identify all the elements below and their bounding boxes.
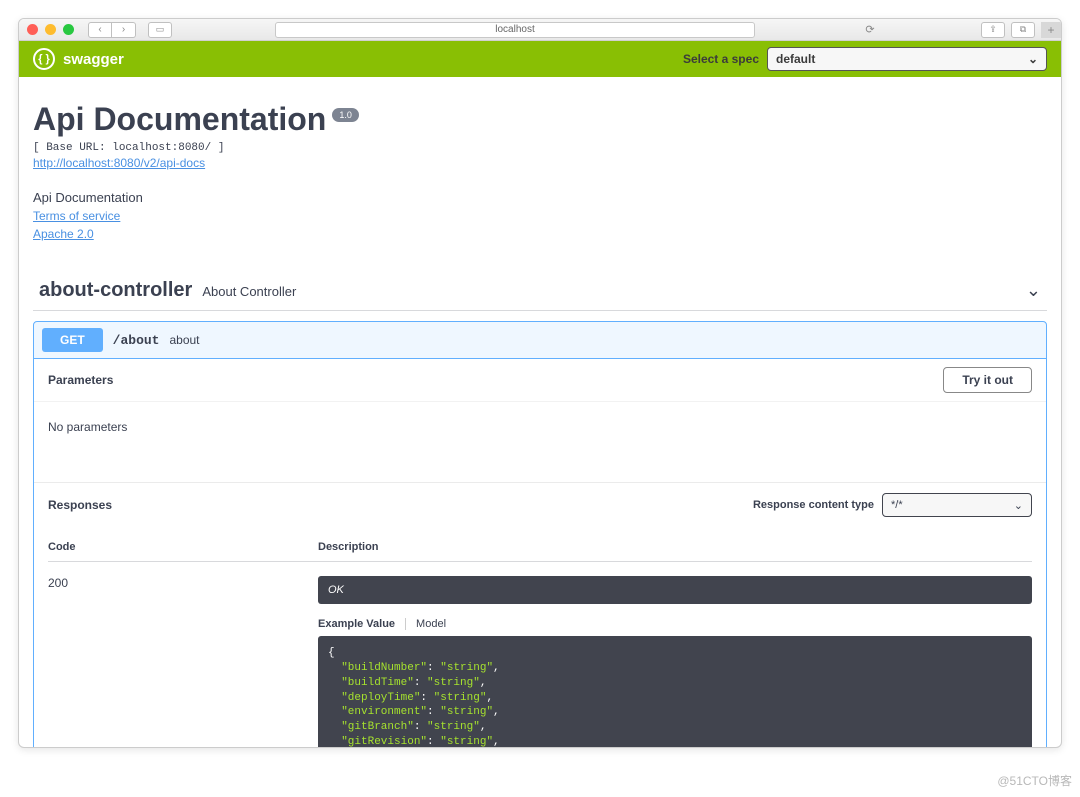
operation-header[interactable]: GET /about about <box>34 322 1046 358</box>
content-type-label: Response content type <box>753 499 874 511</box>
license-link[interactable]: Apache 2.0 <box>33 227 1047 241</box>
tab-model[interactable]: Model <box>416 618 446 630</box>
tabs-icon[interactable]: ⧉ <box>1011 22 1035 38</box>
zoom-icon[interactable] <box>63 24 74 35</box>
chevron-down-icon: ⌄ <box>1026 280 1041 301</box>
watermark: @51CTO博客 <box>997 772 1072 789</box>
method-badge: GET <box>42 328 103 352</box>
spec-select[interactable]: default ⌄ <box>767 47 1047 71</box>
try-it-out-button[interactable]: Try it out <box>943 367 1032 393</box>
tag-about-controller[interactable]: about-controller About Controller ⌄ <box>33 279 1047 311</box>
swagger-logo: { } swagger <box>33 48 124 70</box>
browser-window: ‹ › ▭ localhost ⟳ ⇪ ⧉ + { } swagger Sele… <box>18 18 1062 748</box>
parameters-title: Parameters <box>48 373 113 387</box>
share-icon[interactable]: ⇪ <box>981 22 1005 38</box>
forward-button[interactable]: › <box>112 22 136 38</box>
response-message: OK <box>318 576 1032 604</box>
chevron-down-icon: ⌄ <box>1028 52 1038 66</box>
responses-title: Responses <box>48 498 112 512</box>
new-tab-button[interactable]: + <box>1041 22 1061 38</box>
response-code: 200 <box>48 562 318 747</box>
sidebar-button[interactable]: ▭ <box>148 22 172 38</box>
docs-link[interactable]: http://localhost:8080/v2/api-docs <box>33 156 205 170</box>
operation-summary: about <box>169 333 199 347</box>
col-code: Code <box>48 541 318 562</box>
operation-get-about: GET /about about Parameters Try it out N… <box>33 321 1047 747</box>
minimize-icon[interactable] <box>45 24 56 35</box>
swagger-topbar: { } swagger Select a spec default ⌄ <box>19 41 1061 77</box>
base-url: [ Base URL: localhost:8080/ ] <box>33 142 1047 154</box>
spec-label: Select a spec <box>683 52 759 66</box>
back-button[interactable]: ‹ <box>88 22 112 38</box>
no-parameters: No parameters <box>34 402 1046 482</box>
reload-icon[interactable]: ⟳ <box>862 22 878 38</box>
api-description: Api Documentation <box>33 190 1047 205</box>
example-code: { "buildNumber": "string", "buildTime": … <box>318 636 1032 747</box>
terms-link[interactable]: Terms of service <box>33 209 1047 223</box>
chevron-down-icon: ⌄ <box>1014 499 1023 512</box>
api-version: 1.0 <box>332 108 359 122</box>
close-icon[interactable] <box>27 24 38 35</box>
swagger-icon: { } <box>33 48 55 70</box>
swagger-content: Api Documentation 1.0 [ Base URL: localh… <box>19 77 1061 747</box>
nav-buttons: ‹ › <box>88 22 136 38</box>
tab-example-value[interactable]: Example Value <box>318 618 406 630</box>
traffic-lights <box>27 24 74 35</box>
url-field[interactable]: localhost <box>275 22 755 38</box>
operation-path: /about <box>113 333 160 348</box>
api-title: Api Documentation <box>33 101 326 138</box>
titlebar: ‹ › ▭ localhost ⟳ ⇪ ⧉ + <box>19 19 1061 41</box>
col-desc: Description <box>318 541 1032 562</box>
content-type-select[interactable]: */* ⌄ <box>882 493 1032 517</box>
